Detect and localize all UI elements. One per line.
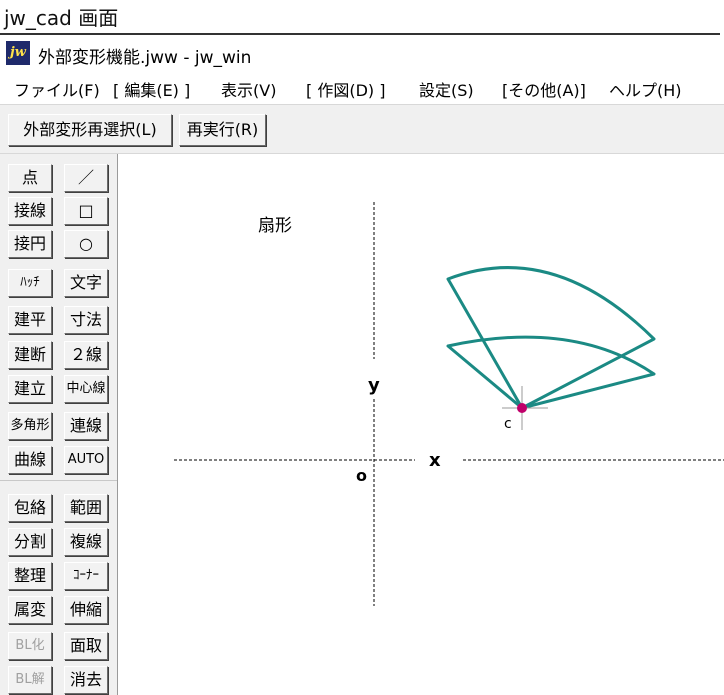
tool-button-left-1[interactable]: 点 bbox=[8, 164, 52, 192]
menu-view[interactable]: 表示(V) bbox=[221, 77, 276, 101]
tool-button-right-2[interactable]: □ bbox=[64, 197, 108, 225]
origin-label: o bbox=[356, 466, 367, 485]
x-axis-label: x bbox=[429, 450, 441, 471]
menu-draw[interactable]: [ 作図(D) ] bbox=[306, 77, 385, 101]
toolbar: 外部変形再選択(L) 再実行(R) bbox=[0, 104, 724, 154]
tool-button-right-3[interactable]: ○ bbox=[64, 230, 108, 258]
tool-button-left-15[interactable]: BL解 bbox=[8, 666, 52, 694]
tool-button-right-13[interactable]: 伸縮 bbox=[64, 596, 108, 624]
tool-palette: 点接線接円 ﾊｯﾁ 建平建断建立多角形曲線包絡分割整理属変 BL化 BL解 ／ □ ○ 文字寸法… bbox=[0, 154, 118, 695]
tool-button-right-10[interactable]: 範囲 bbox=[64, 494, 108, 522]
tool-button-left-6[interactable]: 建断 bbox=[8, 341, 52, 369]
tool-button-left-10[interactable]: 包絡 bbox=[8, 494, 52, 522]
tool-button-left-8[interactable]: 多角形 bbox=[8, 412, 52, 440]
figure-caption: jw_cad 画面 bbox=[4, 6, 119, 30]
tool-button-right-7[interactable]: 中心線 bbox=[64, 375, 108, 403]
tool-button-right-14[interactable]: 面取 bbox=[64, 632, 108, 660]
menu-file[interactable]: ファイル(F) bbox=[14, 77, 100, 101]
menu-edit[interactable]: [ 編集(E) ] bbox=[113, 77, 190, 101]
tool-button-right-12[interactable]: ｺｰﾅｰ bbox=[64, 562, 108, 590]
tool-button-left-7[interactable]: 建立 bbox=[8, 375, 52, 403]
rerun-button[interactable]: 再実行(R) bbox=[179, 114, 266, 146]
menu-settings[interactable]: 設定(S) bbox=[419, 77, 474, 101]
sector-shape-lower bbox=[446, 335, 656, 410]
center-label: c bbox=[504, 416, 512, 432]
tool-button-left-12[interactable]: 整理 bbox=[8, 562, 52, 590]
sector-label: 扇形 bbox=[258, 216, 292, 236]
y-axis-label: y bbox=[368, 375, 380, 396]
tool-button-right-11[interactable]: 複線 bbox=[64, 528, 108, 556]
tool-button-left-3[interactable]: 接円 bbox=[8, 230, 52, 258]
drawing-svg bbox=[174, 202, 724, 606]
menu-bar: ファイル(F) [ 編集(E) ] 表示(V) [ 作図(D) ] 設定(S) … bbox=[0, 72, 724, 102]
caption-divider bbox=[0, 33, 720, 35]
external-reselect-button[interactable]: 外部変形再選択(L) bbox=[8, 114, 172, 146]
tool-button-right-6[interactable]: ２線 bbox=[64, 341, 108, 369]
menu-help[interactable]: ヘルプ(H) bbox=[609, 77, 682, 101]
tool-button-left-4[interactable]: ﾊｯﾁ bbox=[8, 269, 52, 297]
palette-group-divider bbox=[0, 480, 117, 481]
tool-button-left-13[interactable]: 属変 bbox=[8, 596, 52, 624]
jw-app-icon: jw bbox=[6, 41, 30, 65]
tool-button-left-14[interactable]: BL化 bbox=[8, 632, 52, 660]
tool-button-left-2[interactable]: 接線 bbox=[8, 197, 52, 225]
tool-button-left-5[interactable]: 建平 bbox=[8, 306, 52, 334]
tool-button-right-15[interactable]: 消去 bbox=[64, 666, 108, 694]
tool-button-right-9[interactable]: AUTO bbox=[64, 446, 108, 474]
tool-button-right-1[interactable]: ／ bbox=[64, 164, 108, 192]
tool-button-right-4[interactable]: 文字 bbox=[64, 269, 108, 297]
tool-button-right-8[interactable]: 連線 bbox=[64, 412, 108, 440]
tool-button-left-11[interactable]: 分割 bbox=[8, 528, 52, 556]
tool-button-left-9[interactable]: 曲線 bbox=[8, 446, 52, 474]
window-title: 外部変形機能.jww - jw_win bbox=[38, 48, 252, 68]
center-point-marker bbox=[517, 403, 527, 413]
drawing-canvas[interactable]: 扇形 y x o c bbox=[118, 154, 724, 695]
tool-button-right-5[interactable]: 寸法 bbox=[64, 306, 108, 334]
menu-other[interactable]: [その他(A)] bbox=[502, 77, 586, 101]
